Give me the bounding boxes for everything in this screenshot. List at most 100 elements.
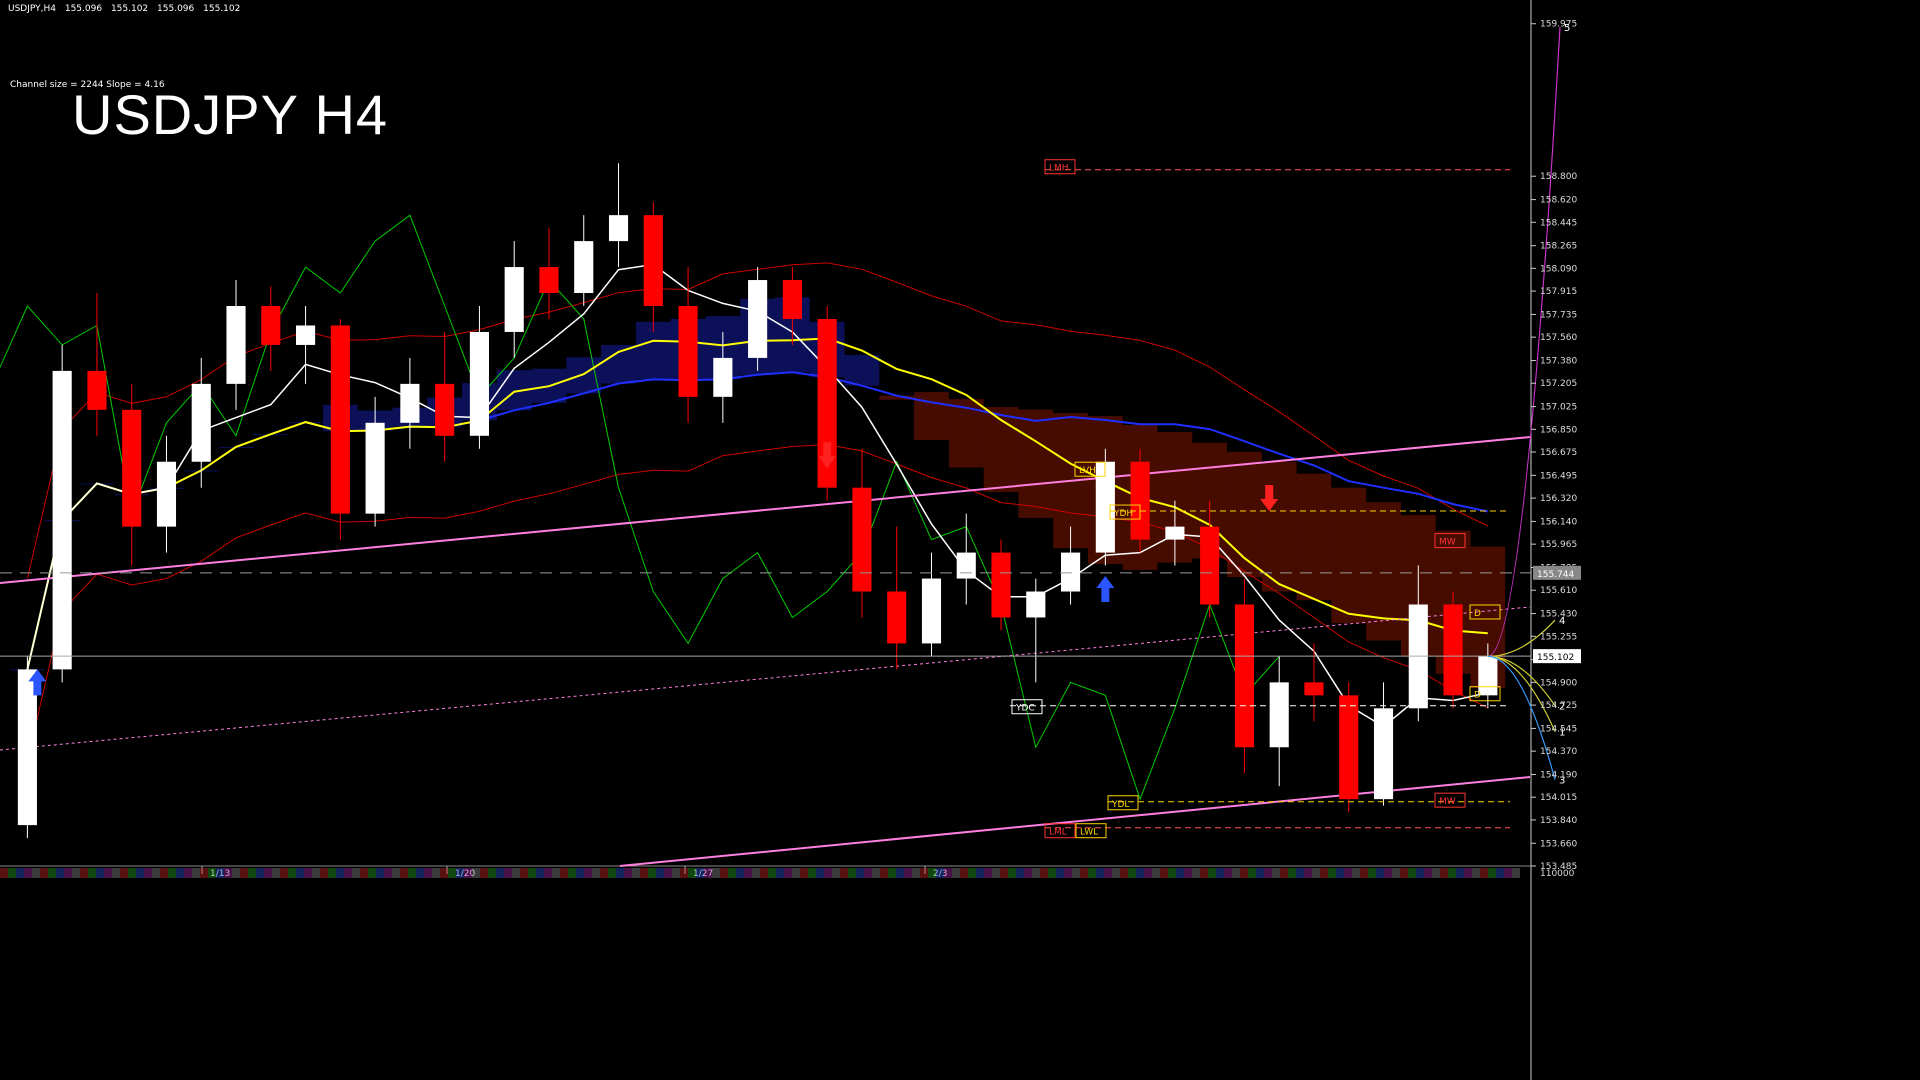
session-strip-cell [24, 868, 32, 878]
session-strip-cell [1264, 868, 1272, 878]
session-strip-cell [456, 868, 464, 878]
session-strip-cell [72, 868, 80, 878]
session-strip-cell [1064, 868, 1072, 878]
candle-body [87, 370, 107, 410]
session-strip-cell [1040, 868, 1048, 878]
session-strip-cell [1032, 868, 1040, 878]
session-strip-cell [880, 868, 888, 878]
price-tick-label: 155.255 [1540, 632, 1577, 642]
session-strip-cell [488, 868, 496, 878]
session-strip-cell [312, 868, 320, 878]
cloud-segment [1261, 461, 1297, 592]
session-strip-cell [584, 868, 592, 878]
session-strip-cell [160, 868, 168, 878]
session-strip-cell [1216, 868, 1224, 878]
session-strip-cell [192, 868, 200, 878]
session-strip-cell [504, 868, 512, 878]
session-strip-cell [200, 868, 208, 878]
candle-body [608, 215, 629, 242]
session-strip-cell [104, 868, 112, 878]
session-strip-cell [432, 868, 440, 878]
session-strip-cell [1192, 868, 1200, 878]
cloud-segment [1018, 409, 1054, 518]
candle-body [261, 306, 281, 345]
session-strip-cell [352, 868, 360, 878]
session-strip-cell [616, 868, 624, 878]
level-label: D [1474, 609, 1481, 619]
session-strip-cell [472, 868, 480, 878]
session-strip-cell [1408, 868, 1416, 878]
candle-body [469, 331, 489, 436]
session-strip-cell [536, 868, 544, 878]
session-strip-cell [1024, 868, 1032, 878]
session-strip-cell [944, 868, 952, 878]
candle-body [1061, 552, 1081, 592]
session-strip-cell [1016, 868, 1024, 878]
candle-body [643, 215, 663, 307]
session-strip-cell [1256, 868, 1264, 878]
quote-open: 155.096 [64, 4, 103, 14]
level-label: MW [1439, 538, 1456, 548]
quote-high: 155.102 [110, 4, 149, 14]
session-strip-cell [1376, 868, 1384, 878]
cloud-segment [566, 357, 602, 394]
session-strip-cell [1464, 868, 1472, 878]
price-tick-label: 155.430 [1540, 610, 1577, 620]
session-strip-cell [296, 868, 304, 878]
session-strip-cell [1072, 868, 1080, 878]
session-strip-cell [1488, 868, 1496, 878]
session-strip-cell [80, 868, 88, 878]
candle-body [226, 306, 246, 384]
session-strip-cell [960, 868, 968, 878]
session-strip-cell [1208, 868, 1216, 878]
session-strip-cell [720, 868, 728, 878]
session-strip-cell [136, 868, 144, 878]
session-strip-cell [1240, 868, 1248, 878]
session-strip-cell [680, 868, 688, 878]
symbol-label: USDJPY,H4 [8, 4, 56, 14]
session-strip-cell [744, 868, 752, 878]
session-strip-cell [656, 868, 664, 878]
candle-body [1373, 708, 1394, 800]
candle-body [191, 383, 211, 462]
session-strip-cell [592, 868, 600, 878]
session-strip-cell [1080, 868, 1088, 878]
level-label: YDL [1111, 800, 1129, 810]
price-tick-label: 154.370 [1540, 747, 1577, 757]
price-tick-label: 157.205 [1540, 379, 1577, 389]
session-strip-cell [1448, 868, 1456, 878]
session-strip-cell [1136, 868, 1144, 878]
session-strip-cell [800, 868, 808, 878]
session-strip-cell [264, 868, 272, 878]
session-strip-cell [1504, 868, 1512, 878]
candle-body [1269, 682, 1289, 748]
session-strip-cell [408, 868, 416, 878]
session-strip-cell [1048, 868, 1056, 878]
session-strip-cell [1368, 868, 1376, 878]
session-strip-cell [896, 868, 904, 878]
session-strip-cell [1248, 868, 1256, 878]
candle-body [887, 591, 907, 644]
session-strip-cell [288, 868, 296, 878]
session-strip-cell [1360, 868, 1368, 878]
session-strip-cell [696, 868, 704, 878]
candle-body [1026, 591, 1046, 618]
session-strip-cell [528, 868, 536, 878]
quote-low: 155.096 [157, 4, 195, 14]
session-strip-cell [560, 868, 568, 878]
cloud-segment [601, 344, 636, 384]
price-tick-label: 159.975 [1540, 20, 1577, 30]
candle-body [122, 409, 142, 527]
session-strip-cell [1096, 868, 1104, 878]
session-strip-cell [912, 868, 920, 878]
session-strip-cell [1232, 868, 1240, 878]
chart-title: USDJPY H4 [72, 83, 389, 146]
session-strip-cell [1288, 868, 1296, 878]
price-tick-label: 155.610 [1540, 586, 1577, 596]
candle-body [713, 357, 733, 397]
session-strip-cell [16, 868, 24, 878]
session-strip-cell [360, 868, 368, 878]
level-label: D [1474, 691, 1481, 701]
price-tick-label: 158.090 [1540, 264, 1577, 274]
price-chart[interactable]: LMHLVHYDHYDCYDLLML LWLMWMWDD54213 159.975… [0, 0, 1920, 1080]
